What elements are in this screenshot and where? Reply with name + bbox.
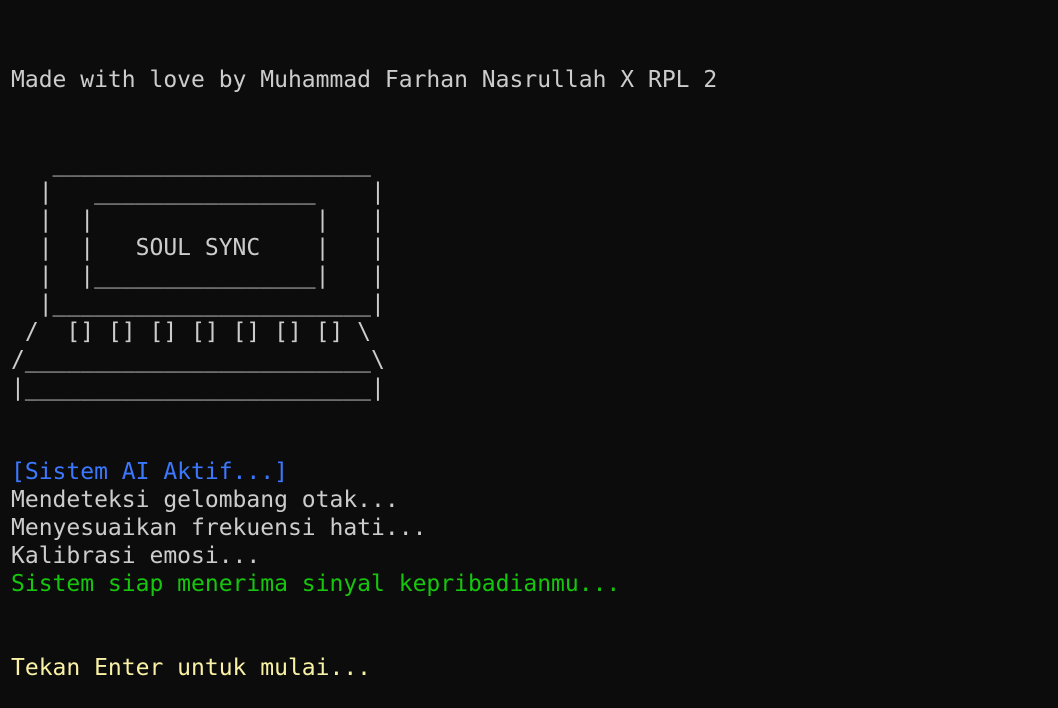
status-line-brainwave: Mendeteksi gelombang otak... — [11, 487, 399, 513]
laptop-ascii-art: _______________________ | ______________… — [11, 151, 385, 401]
system-ready-message: Sistem siap menerima sinyal kepribadianm… — [11, 571, 621, 597]
terminal-output: Made with love by Muhammad Farhan Nasrul… — [11, 0, 1051, 708]
press-enter-prompt[interactable]: Tekan Enter untuk mulai... — [11, 654, 371, 682]
status-line-emotion-calibration: Kalibrasi emosi... — [11, 543, 261, 569]
status-line-heart-frequency: Menyesuaikan frekuensi hati... — [11, 515, 427, 541]
ai-status-header: [Sistem AI Aktif...] — [11, 459, 288, 485]
credit-line: Made with love by Muhammad Farhan Nasrul… — [11, 67, 718, 93]
